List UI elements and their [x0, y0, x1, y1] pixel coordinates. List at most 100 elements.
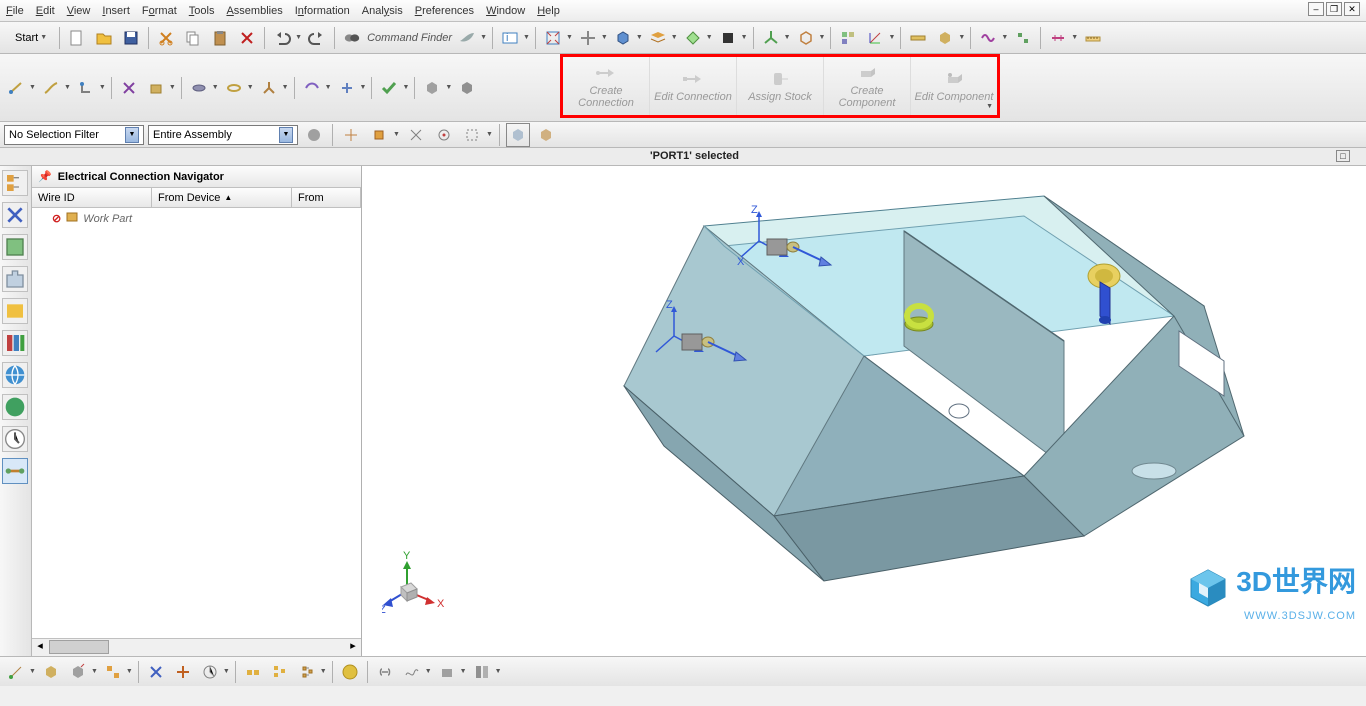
- wave-icon[interactable]: [976, 26, 1000, 50]
- simplify-icon[interactable]: [300, 76, 324, 100]
- snap-mid-icon[interactable]: [367, 123, 391, 147]
- shade-icon[interactable]: [611, 26, 635, 50]
- col-wire-id[interactable]: Wire ID: [32, 188, 152, 207]
- connection-navigator-tab[interactable]: [2, 458, 28, 484]
- create-component-button[interactable]: Create Component: [824, 57, 911, 115]
- clip-link-icon[interactable]: [373, 660, 397, 684]
- mate-icon[interactable]: [144, 660, 168, 684]
- hd3d-tab[interactable]: [2, 298, 28, 324]
- web-browser-tab[interactable]: [2, 362, 28, 388]
- pattern-comp-icon[interactable]: [101, 660, 125, 684]
- view-triad[interactable]: X Y Z: [382, 546, 452, 616]
- graphics-viewport[interactable]: Z X Z: [362, 166, 1366, 656]
- snap-rect-icon[interactable]: [460, 123, 484, 147]
- menu-tools[interactable]: Tools: [189, 5, 215, 17]
- menu-information[interactable]: Information: [295, 5, 350, 17]
- filter-settings-icon[interactable]: [302, 123, 326, 147]
- check-icon[interactable]: [377, 76, 401, 100]
- snap-point-icon[interactable]: [339, 123, 363, 147]
- navigator-hscroll[interactable]: ◂ ▸: [32, 638, 361, 656]
- maximize-view-icon[interactable]: □: [1336, 150, 1350, 162]
- overstock-icon[interactable]: [222, 76, 246, 100]
- branch-icon[interactable]: [257, 76, 281, 100]
- constraint-navigator-tab[interactable]: [2, 202, 28, 228]
- close-button[interactable]: ✕: [1344, 2, 1360, 16]
- zoom-icon[interactable]: [576, 26, 600, 50]
- exploded-icon[interactable]: [241, 660, 265, 684]
- menu-assemblies[interactable]: Assemblies: [226, 5, 282, 17]
- redo-icon[interactable]: [305, 26, 329, 50]
- menu-preferences[interactable]: Preferences: [415, 5, 474, 17]
- command-finder-label[interactable]: Command Finder: [367, 32, 452, 44]
- fit-icon[interactable]: [541, 26, 565, 50]
- place-part-icon[interactable]: [144, 76, 168, 100]
- reuse-library-tab[interactable]: [2, 266, 28, 292]
- new-icon[interactable]: [65, 26, 89, 50]
- navigator-body[interactable]: ⊘ Work Part: [32, 208, 361, 638]
- navigator-row-workpart[interactable]: ⊘ Work Part: [32, 208, 361, 229]
- reference-icon[interactable]: [470, 660, 494, 684]
- orient-icon[interactable]: [794, 26, 818, 50]
- view-cube2-icon[interactable]: [534, 123, 558, 147]
- menu-window[interactable]: Window: [486, 5, 525, 17]
- measure-icon[interactable]: [906, 26, 930, 50]
- analysis-icon[interactable]: [933, 26, 957, 50]
- wireframe-icon[interactable]: [716, 26, 740, 50]
- col-from-device[interactable]: From Device ▲: [152, 188, 292, 207]
- system-tab[interactable]: [2, 394, 28, 420]
- selection-filter-combo[interactable]: No Selection Filter▼: [4, 125, 144, 145]
- create-connection-button[interactable]: Create Connection: [563, 57, 650, 115]
- wave-link-icon[interactable]: [400, 660, 424, 684]
- show-degrees-icon[interactable]: [198, 660, 222, 684]
- save-icon[interactable]: [119, 26, 143, 50]
- arrange-icon[interactable]: [1011, 26, 1035, 50]
- snap-intersect-icon[interactable]: [404, 123, 428, 147]
- assign-stock-button[interactable]: Assign Stock: [737, 57, 824, 115]
- constraint-icon[interactable]: [1046, 26, 1070, 50]
- csys-icon[interactable]: [863, 26, 887, 50]
- layer-icon[interactable]: [646, 26, 670, 50]
- snap-center-icon[interactable]: [432, 123, 456, 147]
- undo-icon[interactable]: [270, 26, 294, 50]
- menu-file[interactable]: FFileile: [6, 5, 24, 17]
- assembly-nav-icon[interactable]: [836, 26, 860, 50]
- start-button[interactable]: Start▼: [4, 29, 54, 47]
- weight-icon[interactable]: [338, 660, 362, 684]
- product-icon[interactable]: [435, 660, 459, 684]
- qualify-icon[interactable]: [117, 76, 141, 100]
- col-from[interactable]: From: [292, 188, 361, 207]
- route-heal-icon[interactable]: [74, 76, 98, 100]
- copy-icon[interactable]: [181, 26, 205, 50]
- part-navigator-tab[interactable]: [2, 234, 28, 260]
- view-cube-icon[interactable]: [506, 123, 530, 147]
- pin-icon[interactable]: 📌: [38, 170, 52, 183]
- selection-scope-combo[interactable]: Entire Assembly▼: [148, 125, 298, 145]
- clip-icon[interactable]: [681, 26, 705, 50]
- snap-end-icon[interactable]: [4, 660, 28, 684]
- delete-icon[interactable]: [235, 26, 259, 50]
- cube2-icon[interactable]: [455, 76, 479, 100]
- route-linear-icon[interactable]: [4, 76, 28, 100]
- menu-format[interactable]: Format: [142, 5, 177, 17]
- ruler-icon[interactable]: [1081, 26, 1105, 50]
- open-icon[interactable]: [92, 26, 116, 50]
- edit-component-button[interactable]: Edit Component▼: [911, 57, 997, 115]
- paste-icon[interactable]: [208, 26, 232, 50]
- command-finder-icon[interactable]: [340, 26, 364, 50]
- add-comp-icon[interactable]: [39, 660, 63, 684]
- transform-icon[interactable]: [335, 76, 359, 100]
- minimize-button[interactable]: ‒: [1308, 2, 1324, 16]
- menu-edit[interactable]: Edit: [36, 5, 55, 17]
- menu-help[interactable]: Help: [537, 5, 560, 17]
- menu-view[interactable]: View: [67, 5, 91, 17]
- assembly-navigator-tab[interactable]: [2, 170, 28, 196]
- info-icon[interactable]: i: [498, 26, 522, 50]
- align-icon[interactable]: [171, 660, 195, 684]
- menu-analysis[interactable]: Analysis: [362, 5, 403, 17]
- move-comp-icon[interactable]: [66, 660, 90, 684]
- sequence-icon[interactable]: [268, 660, 292, 684]
- route-spline-icon[interactable]: [39, 76, 63, 100]
- history-tab[interactable]: [2, 330, 28, 356]
- wcs-icon[interactable]: [759, 26, 783, 50]
- structure-icon[interactable]: [295, 660, 319, 684]
